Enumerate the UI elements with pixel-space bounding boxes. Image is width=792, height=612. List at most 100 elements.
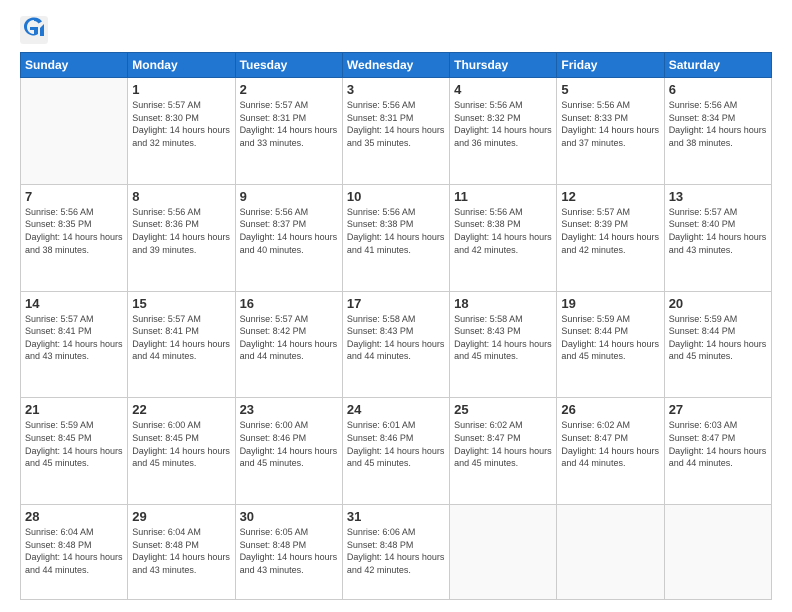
calendar-cell: 13Sunrise: 5:57 AMSunset: 8:40 PMDayligh… [664, 184, 771, 291]
calendar-cell: 6Sunrise: 5:56 AMSunset: 8:34 PMDaylight… [664, 78, 771, 185]
calendar-cell: 25 Sunrise: 6:02 AMSunset: 8:47 PMDayligh… [450, 398, 557, 505]
day-info: Sunrise: 5:57 AMSunset: 8:41 PMDaylight:… [132, 313, 230, 363]
week-row-1: 7 Sunrise: 5:56 AMSunset: 8:35 PMDaylight… [21, 184, 772, 291]
day-number: 28 [25, 509, 123, 524]
weekday-header-saturday: Saturday [664, 53, 771, 78]
day-info: Sunrise: 5:56 AMSunset: 8:38 PMDaylight:… [454, 206, 552, 256]
day-number: 30 [240, 509, 338, 524]
calendar-cell: 9 Sunrise: 5:56 AMSunset: 8:37 PMDaylight… [235, 184, 342, 291]
day-info: Sunrise: 5:56 AMSunset: 8:33 PMDaylight:… [561, 99, 659, 149]
calendar-cell: 20 Sunrise: 5:59 AMSunset: 8:44 PMDayligh… [664, 291, 771, 398]
day-info: Sunrise: 6:06 AMSunset: 8:48 PMDaylight:… [347, 526, 445, 576]
day-info: Sunrise: 5:58 AMSunset: 8:43 PMDaylight:… [347, 313, 445, 363]
day-number: 14 [25, 296, 123, 311]
day-info: Sunrise: 6:05 AMSunset: 8:48 PMDaylight:… [240, 526, 338, 576]
calendar-cell: 7 Sunrise: 5:56 AMSunset: 8:35 PMDaylight… [21, 184, 128, 291]
calendar-cell: 29 Sunrise: 6:04 AMSunset: 8:48 PMDayligh… [128, 505, 235, 600]
day-info: Sunrise: 5:59 AMSunset: 8:44 PMDaylight:… [669, 313, 767, 363]
day-info: Sunrise: 5:57 AMSunset: 8:30 PMDaylight:… [132, 99, 230, 149]
day-number: 4 [454, 82, 552, 97]
weekday-header-thursday: Thursday [450, 53, 557, 78]
calendar-cell: 10 Sunrise: 5:56 AMSunset: 8:38 PMDayligh… [342, 184, 449, 291]
day-info: Sunrise: 5:59 AMSunset: 8:45 PMDaylight:… [25, 419, 123, 469]
weekday-header-sunday: Sunday [21, 53, 128, 78]
day-info: Sunrise: 5:56 AMSunset: 8:35 PMDaylight:… [25, 206, 123, 256]
day-number: 3 [347, 82, 445, 97]
logo [20, 16, 52, 44]
day-info: Sunrise: 5:58 AMSunset: 8:43 PMDaylight:… [454, 313, 552, 363]
calendar-cell [450, 505, 557, 600]
day-info: Sunrise: 5:56 AMSunset: 8:37 PMDaylight:… [240, 206, 338, 256]
day-info: Sunrise: 5:57 AMSunset: 8:41 PMDaylight:… [25, 313, 123, 363]
day-number: 26 [561, 402, 659, 417]
day-number: 31 [347, 509, 445, 524]
calendar-cell [21, 78, 128, 185]
calendar-cell: 11 Sunrise: 5:56 AMSunset: 8:38 PMDayligh… [450, 184, 557, 291]
weekday-header-monday: Monday [128, 53, 235, 78]
week-row-4: 28 Sunrise: 6:04 AMSunset: 8:48 PMDayligh… [21, 505, 772, 600]
calendar-cell: 18 Sunrise: 5:58 AMSunset: 8:43 PMDayligh… [450, 291, 557, 398]
day-number: 13 [669, 189, 767, 204]
day-number: 7 [25, 189, 123, 204]
calendar-cell: 19 Sunrise: 5:59 AMSunset: 8:44 PMDayligh… [557, 291, 664, 398]
calendar-cell: 21 Sunrise: 5:59 AMSunset: 8:45 PMDayligh… [21, 398, 128, 505]
day-number: 20 [669, 296, 767, 311]
day-info: Sunrise: 6:04 AMSunset: 8:48 PMDaylight:… [132, 526, 230, 576]
calendar-cell: 15 Sunrise: 5:57 AMSunset: 8:41 PMDayligh… [128, 291, 235, 398]
day-info: Sunrise: 6:04 AMSunset: 8:48 PMDaylight:… [25, 526, 123, 576]
calendar-cell: 5 Sunrise: 5:56 AMSunset: 8:33 PMDaylight… [557, 78, 664, 185]
day-number: 1 [132, 82, 230, 97]
calendar-cell: 22 Sunrise: 6:00 AMSunset: 8:45 PMDayligh… [128, 398, 235, 505]
day-number: 19 [561, 296, 659, 311]
calendar-cell: 28 Sunrise: 6:04 AMSunset: 8:48 PMDayligh… [21, 505, 128, 600]
day-info: Sunrise: 5:57 AMSunset: 8:39 PMDaylight:… [561, 206, 659, 256]
week-row-3: 21 Sunrise: 5:59 AMSunset: 8:45 PMDayligh… [21, 398, 772, 505]
day-info: Sunrise: 5:56 AMSunset: 8:36 PMDaylight:… [132, 206, 230, 256]
logo-icon [20, 16, 48, 44]
calendar-table: SundayMondayTuesdayWednesdayThursdayFrid… [20, 52, 772, 600]
day-info: Sunrise: 5:56 AMSunset: 8:38 PMDaylight:… [347, 206, 445, 256]
calendar-cell: 12 Sunrise: 5:57 AMSunset: 8:39 PMDayligh… [557, 184, 664, 291]
day-number: 11 [454, 189, 552, 204]
day-number: 24 [347, 402, 445, 417]
day-number: 9 [240, 189, 338, 204]
day-number: 22 [132, 402, 230, 417]
calendar-cell: 2Sunrise: 5:57 AMSunset: 8:31 PMDaylight… [235, 78, 342, 185]
day-info: Sunrise: 6:03 AMSunset: 8:47 PMDaylight:… [669, 419, 767, 469]
day-number: 17 [347, 296, 445, 311]
day-number: 21 [25, 402, 123, 417]
day-number: 6 [669, 82, 767, 97]
weekday-header-wednesday: Wednesday [342, 53, 449, 78]
header [20, 16, 772, 44]
day-info: Sunrise: 5:57 AMSunset: 8:31 PMDaylight:… [240, 99, 338, 149]
calendar-cell: 30 Sunrise: 6:05 AMSunset: 8:48 PMDayligh… [235, 505, 342, 600]
day-info: Sunrise: 6:02 AMSunset: 8:47 PMDaylight:… [561, 419, 659, 469]
calendar-cell: 16Sunrise: 5:57 AMSunset: 8:42 PMDayligh… [235, 291, 342, 398]
weekday-header-tuesday: Tuesday [235, 53, 342, 78]
day-number: 8 [132, 189, 230, 204]
day-info: Sunrise: 5:59 AMSunset: 8:44 PMDaylight:… [561, 313, 659, 363]
day-info: Sunrise: 5:57 AMSunset: 8:42 PMDaylight:… [240, 313, 338, 363]
calendar-cell [664, 505, 771, 600]
calendar-cell [557, 505, 664, 600]
day-info: Sunrise: 6:02 AMSunset: 8:47 PMDaylight:… [454, 419, 552, 469]
calendar-cell: 26 Sunrise: 6:02 AMSunset: 8:47 PMDayligh… [557, 398, 664, 505]
weekday-header-row: SundayMondayTuesdayWednesdayThursdayFrid… [21, 53, 772, 78]
weekday-header-friday: Friday [557, 53, 664, 78]
calendar-cell: 31 Sunrise: 6:06 AMSunset: 8:48 PMDayligh… [342, 505, 449, 600]
day-number: 29 [132, 509, 230, 524]
day-number: 12 [561, 189, 659, 204]
day-number: 5 [561, 82, 659, 97]
day-info: Sunrise: 6:00 AMSunset: 8:45 PMDaylight:… [132, 419, 230, 469]
calendar-cell: 17 Sunrise: 5:58 AMSunset: 8:43 PMDayligh… [342, 291, 449, 398]
day-info: Sunrise: 6:00 AMSunset: 8:46 PMDaylight:… [240, 419, 338, 469]
day-number: 15 [132, 296, 230, 311]
day-number: 27 [669, 402, 767, 417]
day-number: 25 [454, 402, 552, 417]
calendar-cell: 24Sunrise: 6:01 AMSunset: 8:46 PMDayligh… [342, 398, 449, 505]
calendar-cell: 3 Sunrise: 5:56 AMSunset: 8:31 PMDaylight… [342, 78, 449, 185]
day-info: Sunrise: 5:56 AMSunset: 8:32 PMDaylight:… [454, 99, 552, 149]
day-number: 18 [454, 296, 552, 311]
day-info: Sunrise: 5:56 AMSunset: 8:31 PMDaylight:… [347, 99, 445, 149]
day-number: 10 [347, 189, 445, 204]
